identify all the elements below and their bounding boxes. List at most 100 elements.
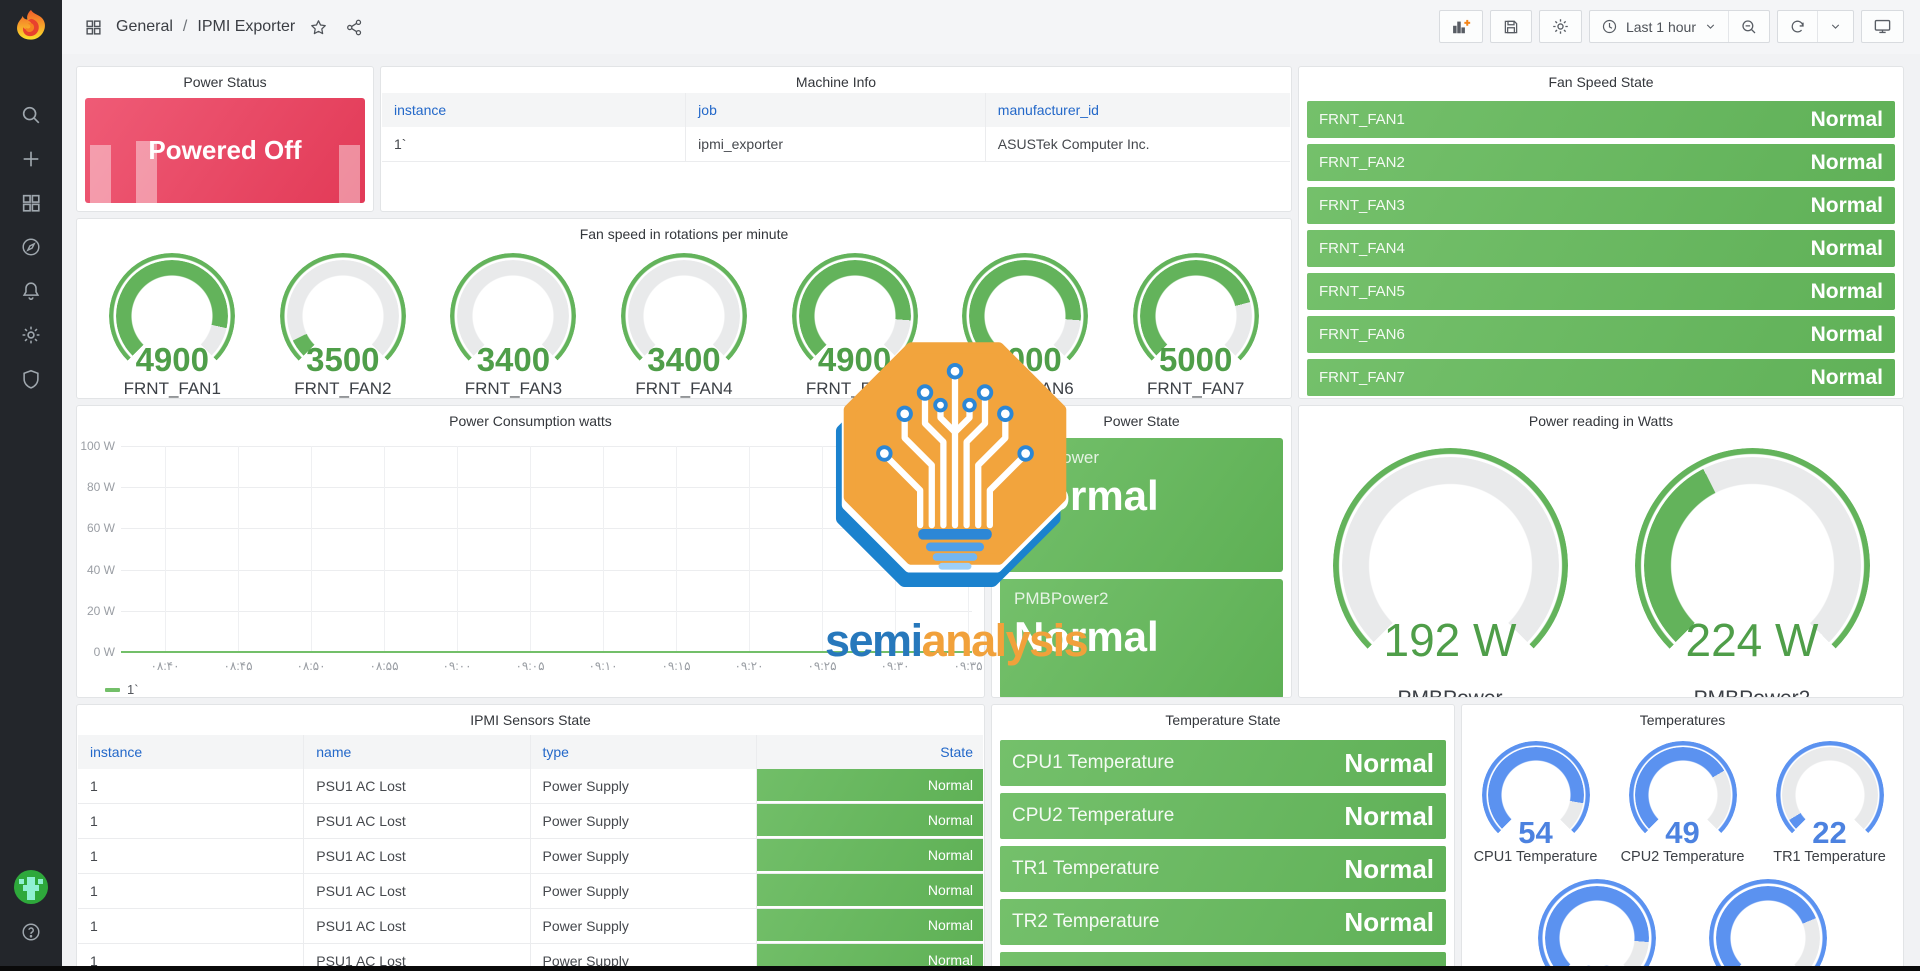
add-panel-button[interactable] xyxy=(1440,11,1482,42)
column-header-state[interactable]: State xyxy=(757,735,983,769)
breadcrumb-page[interactable]: IPMI Exporter xyxy=(197,18,295,36)
kiosk-mode-button[interactable] xyxy=(1862,11,1903,42)
sparkline-bar xyxy=(339,145,360,203)
panel-title[interactable]: Machine Info xyxy=(381,67,1291,95)
save-dashboard-button[interactable] xyxy=(1491,11,1531,42)
table-cell-name: PSU1 AC Lost xyxy=(304,804,530,838)
gauge: 4900 xyxy=(792,253,918,379)
panel-title[interactable]: Temperature State xyxy=(992,705,1454,733)
gauge-label: CPU2 Temperature xyxy=(1621,849,1745,865)
panel-title[interactable]: Fan speed in rotations per minute xyxy=(77,219,1291,247)
y-axis-tick: 40 W xyxy=(77,563,115,577)
share-icon[interactable] xyxy=(341,14,367,40)
server-admin-shield-icon[interactable] xyxy=(0,359,62,399)
state-row-value: Normal xyxy=(1811,237,1895,261)
state-row-label: FRNT_FAN2 xyxy=(1307,154,1405,171)
gauge-value: 4900 xyxy=(792,341,918,379)
column-header-manufacturer_id[interactable]: manufacturer_id xyxy=(986,93,1290,127)
x-axis-tick: ۰۹:۱۰ xyxy=(571,659,635,673)
zoom-out-button[interactable] xyxy=(1728,11,1769,42)
explore-compass-icon[interactable] xyxy=(0,227,62,267)
topbar: General / IPMI Exporter Last 1 hour xyxy=(62,0,1920,54)
gauge: 3400 xyxy=(621,253,747,379)
dashboard-settings-button[interactable] xyxy=(1540,11,1581,42)
state-row-value: Normal xyxy=(1811,280,1895,304)
add-icon[interactable] xyxy=(0,139,62,179)
state-row-value: Normal xyxy=(1811,108,1895,132)
gauge-cell: 49CPU2 Temperature xyxy=(1610,741,1756,865)
table-cell-type: Power Supply xyxy=(531,909,757,943)
configuration-gear-icon[interactable] xyxy=(0,315,62,355)
gridline-vertical xyxy=(165,446,166,652)
state-row-value: Normal xyxy=(1811,151,1895,175)
stat-label: PMBPower xyxy=(1014,448,1269,468)
state-row-value: Normal xyxy=(1344,907,1446,938)
state-row-label: TR2 Temperature xyxy=(1000,911,1160,933)
avatar[interactable] xyxy=(14,870,48,904)
gauge-cell: 54CPU1 Temperature xyxy=(1463,741,1609,865)
gauge-label: PMBPower xyxy=(1397,687,1502,698)
table-cell-instance: 1 xyxy=(78,909,304,943)
breadcrumb-section[interactable]: General xyxy=(116,18,173,36)
search-icon[interactable] xyxy=(0,95,62,135)
column-header-instance[interactable]: instance xyxy=(382,93,686,127)
panel-machine-info: Machine Info instancejobmanufacturer_id1… xyxy=(380,66,1292,212)
state-row: TR1 TemperatureNormal xyxy=(1000,846,1446,892)
panel-title[interactable]: IPMI Sensors State xyxy=(77,705,984,733)
panel-title[interactable]: Temperatures xyxy=(1462,705,1903,733)
star-icon[interactable] xyxy=(305,14,331,40)
table-row: 1PSU1 AC LostPower SupplyNormal xyxy=(78,839,983,874)
help-icon[interactable] xyxy=(0,912,62,952)
panel-title[interactable]: Power Status xyxy=(77,67,373,95)
y-axis-tick: 100 W xyxy=(77,439,115,453)
table-cell-instance: 1 xyxy=(78,874,304,908)
gauge-label: CPU1 Temperature xyxy=(1474,849,1598,865)
time-range-label: Last 1 hour xyxy=(1626,19,1696,35)
power-status-stat: Powered Off xyxy=(85,98,365,203)
gauge-cell: 5000FRNT_FAN6 xyxy=(940,253,1110,399)
table-cell: ASUSTek Computer Inc. xyxy=(986,127,1290,161)
panel-title[interactable]: Power State xyxy=(992,406,1291,434)
panel-title[interactable]: Power reading in Watts xyxy=(1299,406,1903,434)
state-row-label: FRNT_FAN4 xyxy=(1307,240,1405,257)
column-header-job[interactable]: job xyxy=(686,93,986,127)
time-series-chart[interactable]: 100 W80 W60 W40 W20 W0 W۰۸:۴۰۰۸:۴۵۰۸:۵۰۰… xyxy=(77,406,984,697)
column-header-type[interactable]: type xyxy=(531,735,757,769)
table-header-row: instancejobmanufacturer_id xyxy=(382,93,1290,127)
gridline-vertical xyxy=(822,446,823,652)
panel-temperatures: Temperatures 54CPU1 Temperature49CPU2 Te… xyxy=(1461,704,1904,971)
refresh-button[interactable] xyxy=(1778,11,1817,42)
table-cell-name: PSU1 AC Lost xyxy=(304,769,530,803)
panel-title[interactable]: Fan Speed State xyxy=(1299,67,1903,95)
gauge-value: 5000 xyxy=(1133,341,1259,379)
gauge-value: 3400 xyxy=(450,341,576,379)
state-row-value: Normal xyxy=(1344,748,1446,779)
gauge-cell: 60 xyxy=(1517,879,1677,971)
refresh-interval-caret[interactable] xyxy=(1817,11,1853,42)
state-row-value: Normal xyxy=(1811,323,1895,347)
grafana-logo[interactable] xyxy=(12,7,50,45)
gridline-vertical xyxy=(384,446,385,652)
legend-label: 1` xyxy=(127,682,139,697)
temperature-gauges-row: 6055 xyxy=(1462,879,1903,971)
table-cell-state: Normal xyxy=(757,769,983,803)
x-axis-tick: ۰۹:۳۵ xyxy=(936,659,985,673)
panel-fan-speed-state: Fan Speed State FRNT_FAN1NormalFRNT_FAN2… xyxy=(1298,66,1904,399)
column-header-instance[interactable]: instance xyxy=(78,735,304,769)
state-row: TR2 Temperature Normal xyxy=(1000,899,1446,945)
state-row-value: Normal xyxy=(1344,854,1446,885)
dashboards-icon[interactable] xyxy=(0,183,62,223)
table-cell-instance: 1 xyxy=(78,769,304,803)
column-header-name[interactable]: name xyxy=(304,735,530,769)
time-range-picker[interactable]: Last 1 hour xyxy=(1590,11,1728,42)
table-row: 1PSU1 AC LostPower SupplyNormal xyxy=(78,874,983,909)
legend-item[interactable]: 1` xyxy=(105,682,139,697)
gauge-cell: 22TR1 Temperature xyxy=(1757,741,1903,865)
state-row: FRNT_FAN3Normal xyxy=(1307,187,1895,224)
gauge-label: FRNT_FAN1 xyxy=(124,379,221,399)
table-cell-type: Power Supply xyxy=(531,874,757,908)
table-cell: ipmi_exporter xyxy=(686,127,986,161)
alerting-bell-icon[interactable] xyxy=(0,271,62,311)
gauge-cell: 4900FRNT_FAN5 xyxy=(770,253,940,399)
stat-value: Normal xyxy=(1014,613,1269,661)
